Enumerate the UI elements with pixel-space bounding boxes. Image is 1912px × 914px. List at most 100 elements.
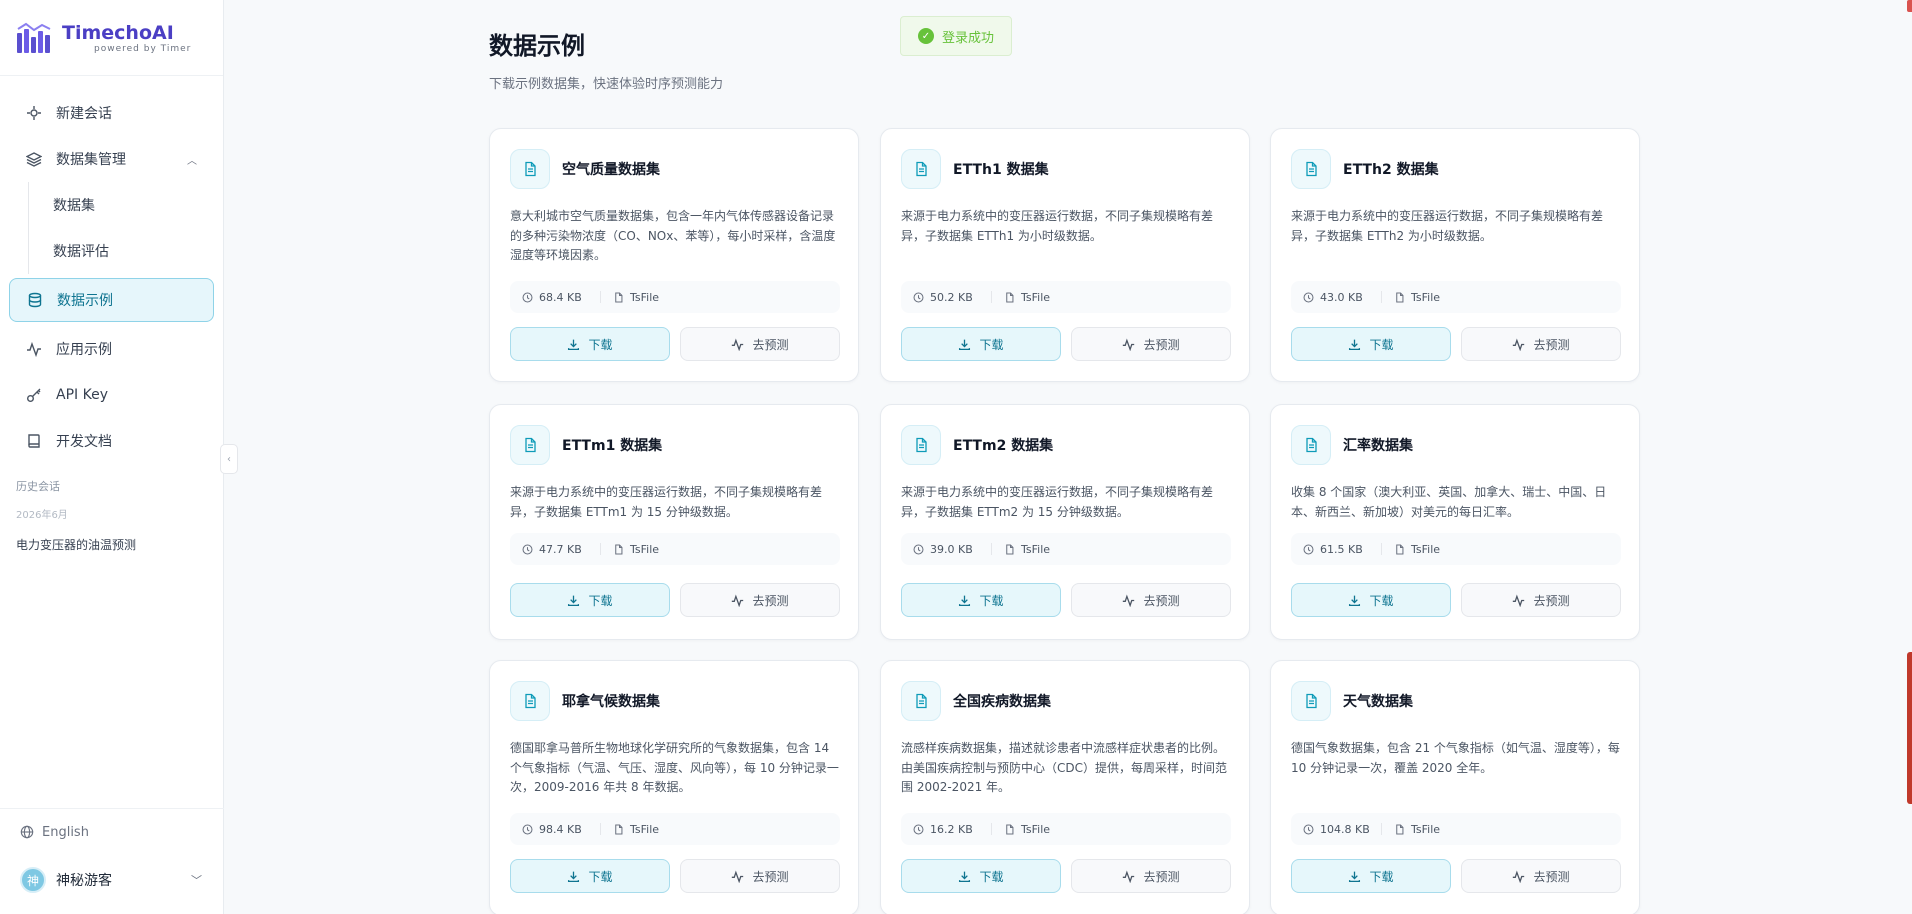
download-label: 下载 bbox=[979, 869, 1004, 884]
sidebar-nav: 新建会话 数据集管理 ︿ 数据集 数据评估 数据示例 应用示例 API Key … bbox=[0, 76, 223, 464]
download-label: 下载 bbox=[1369, 593, 1394, 608]
chevron-up-icon: ︿ bbox=[187, 155, 197, 167]
download-label: 下载 bbox=[979, 593, 1004, 608]
download-icon bbox=[1348, 870, 1361, 883]
chevron-down-icon: ﹀ bbox=[191, 874, 202, 887]
activity-icon bbox=[1122, 337, 1135, 351]
sidebar-item-dev-docs[interactable]: 开发文档 bbox=[0, 418, 223, 464]
file-size: 16.2 KB bbox=[930, 822, 973, 836]
brand-name: TimechoAI bbox=[62, 21, 174, 44]
file-size: 98.4 KB bbox=[539, 822, 582, 836]
card-title: 空气质量数据集 bbox=[562, 162, 660, 178]
predict-button[interactable]: 去预测 bbox=[1461, 327, 1621, 361]
sidebar-item-api-key[interactable]: API Key bbox=[0, 372, 223, 418]
file-format: TsFile bbox=[1021, 822, 1051, 836]
file-size: 47.7 KB bbox=[539, 542, 582, 556]
card-description: 德国耶拿马普所生物地球化学研究所的气象数据集，包含 14 个气象指标（气温、气压… bbox=[510, 741, 839, 794]
predict-label: 去预测 bbox=[752, 869, 789, 884]
sidebar-item-label: 数据集管理 bbox=[56, 152, 126, 168]
file-text-icon bbox=[901, 425, 941, 465]
card-description: 意大利城市空气质量数据集，包含一年内气体传感器设备记录的多种污染物浓度（CO、N… bbox=[510, 209, 836, 262]
history-date: 2026年6月 bbox=[16, 510, 68, 521]
download-button[interactable]: 下载 bbox=[901, 859, 1061, 893]
predict-button[interactable]: 去预测 bbox=[1071, 327, 1231, 361]
info-circle-icon bbox=[522, 292, 533, 303]
predict-button[interactable]: 去预测 bbox=[1071, 859, 1231, 893]
file-text-icon bbox=[1291, 425, 1331, 465]
predict-label: 去预测 bbox=[752, 593, 789, 608]
page-title: 数据示例 bbox=[489, 32, 585, 60]
download-button[interactable]: 下载 bbox=[510, 327, 670, 361]
download-button[interactable]: 下载 bbox=[901, 583, 1061, 617]
predict-button[interactable]: 去预测 bbox=[1461, 583, 1621, 617]
download-button[interactable]: 下载 bbox=[510, 583, 670, 617]
key-icon bbox=[26, 387, 42, 403]
file-icon bbox=[1394, 544, 1405, 555]
file-size: 104.8 KB bbox=[1320, 822, 1370, 836]
info-circle-icon bbox=[913, 292, 924, 303]
info-circle-icon bbox=[1303, 544, 1314, 555]
download-icon bbox=[567, 870, 580, 883]
sidebar-item-label: 新建会话 bbox=[56, 106, 112, 122]
download-button[interactable]: 下载 bbox=[1291, 859, 1451, 893]
sidebar-footer: English 神 神秘游客 ﹀ bbox=[0, 808, 224, 914]
sidebar-item-dataset-management[interactable]: 数据集管理 ︿ bbox=[0, 136, 223, 182]
file-text-icon bbox=[1291, 681, 1331, 721]
sidebar-subnav: 数据集 数据评估 bbox=[28, 182, 223, 274]
file-size: 68.4 KB bbox=[539, 290, 582, 304]
card-meta: 50.2 KB TsFile bbox=[901, 281, 1231, 313]
sidebar-item-datasets[interactable]: 数据集 bbox=[29, 182, 223, 228]
download-button[interactable]: 下载 bbox=[1291, 327, 1451, 361]
download-button[interactable]: 下载 bbox=[510, 859, 670, 893]
card-description: 收集 8 个国家（澳大利亚、英国、加拿大、瑞士、中国、日本、新西兰、新加坡）对美… bbox=[1291, 485, 1607, 519]
info-circle-icon bbox=[522, 544, 533, 555]
file-format: TsFile bbox=[630, 822, 660, 836]
dataset-card: ETTm2 数据集 来源于电力系统中的变压器运行数据，不同子集规模略有差异，子数… bbox=[880, 404, 1250, 640]
dataset-card: ETTh2 数据集 来源于电力系统中的变压器运行数据，不同子集规模略有差异，子数… bbox=[1270, 128, 1640, 382]
sidebar-item-data-evaluation[interactable]: 数据评估 bbox=[29, 228, 223, 274]
card-meta: 47.7 KB TsFile bbox=[510, 533, 840, 565]
edge-marker bbox=[1907, 0, 1912, 12]
card-title: ETTh2 数据集 bbox=[1343, 162, 1439, 178]
predict-button[interactable]: 去预测 bbox=[1071, 583, 1231, 617]
info-circle-icon bbox=[522, 824, 533, 835]
dataset-card: 空气质量数据集 意大利城市空气质量数据集，包含一年内气体传感器设备记录的多种污染… bbox=[489, 128, 859, 382]
card-title: ETTm1 数据集 bbox=[562, 438, 663, 454]
download-button[interactable]: 下载 bbox=[901, 327, 1061, 361]
file-size: 39.0 KB bbox=[930, 542, 973, 556]
info-circle-icon bbox=[913, 824, 924, 835]
sidebar-item-new-chat[interactable]: 新建会话 bbox=[0, 90, 223, 136]
card-title: ETTh1 数据集 bbox=[953, 162, 1049, 178]
download-icon bbox=[567, 338, 580, 351]
predict-button[interactable]: 去预测 bbox=[680, 859, 840, 893]
file-format: TsFile bbox=[1021, 542, 1051, 556]
predict-label: 去预测 bbox=[1533, 593, 1570, 608]
file-format: TsFile bbox=[630, 542, 660, 556]
dataset-card: ETTh1 数据集 来源于电力系统中的变压器运行数据，不同子集规模略有差异，子数… bbox=[880, 128, 1250, 382]
file-icon bbox=[613, 544, 624, 555]
activity-icon bbox=[731, 593, 744, 607]
toast-text: 登录成功 bbox=[941, 30, 994, 46]
info-circle-icon bbox=[913, 544, 924, 555]
logo[interactable]: TimechoAI powered by Timer bbox=[0, 0, 223, 76]
dataset-card: ETTm1 数据集 来源于电力系统中的变压器运行数据，不同子集规模略有差异，子数… bbox=[489, 404, 859, 640]
collapse-sidebar-button[interactable]: ‹ bbox=[220, 444, 238, 474]
predict-button[interactable]: 去预测 bbox=[680, 583, 840, 617]
card-description: 来源于电力系统中的变压器运行数据，不同子集规模略有差异，子数据集 ETTh1 为… bbox=[901, 209, 1214, 243]
file-text-icon bbox=[1291, 149, 1331, 189]
sidebar-item-app-examples[interactable]: 应用示例 bbox=[0, 326, 223, 372]
file-text-icon bbox=[510, 681, 550, 721]
user-name: 神秘游客 bbox=[56, 873, 112, 889]
file-text-icon bbox=[510, 149, 550, 189]
history-item[interactable]: 电力变压器的油温预测 bbox=[0, 536, 223, 553]
download-button[interactable]: 下载 bbox=[1291, 583, 1451, 617]
file-icon bbox=[1394, 824, 1405, 835]
language-switch[interactable]: English bbox=[0, 809, 224, 855]
download-icon bbox=[958, 338, 971, 351]
user-menu[interactable]: 神 神秘游客 ﹀ bbox=[0, 855, 224, 905]
predict-button[interactable]: 去预测 bbox=[680, 327, 840, 361]
sidebar-item-data-examples[interactable]: 数据示例 bbox=[9, 278, 214, 322]
predict-button[interactable]: 去预测 bbox=[1461, 859, 1621, 893]
file-format: TsFile bbox=[1411, 542, 1441, 556]
activity-icon bbox=[1122, 869, 1135, 883]
